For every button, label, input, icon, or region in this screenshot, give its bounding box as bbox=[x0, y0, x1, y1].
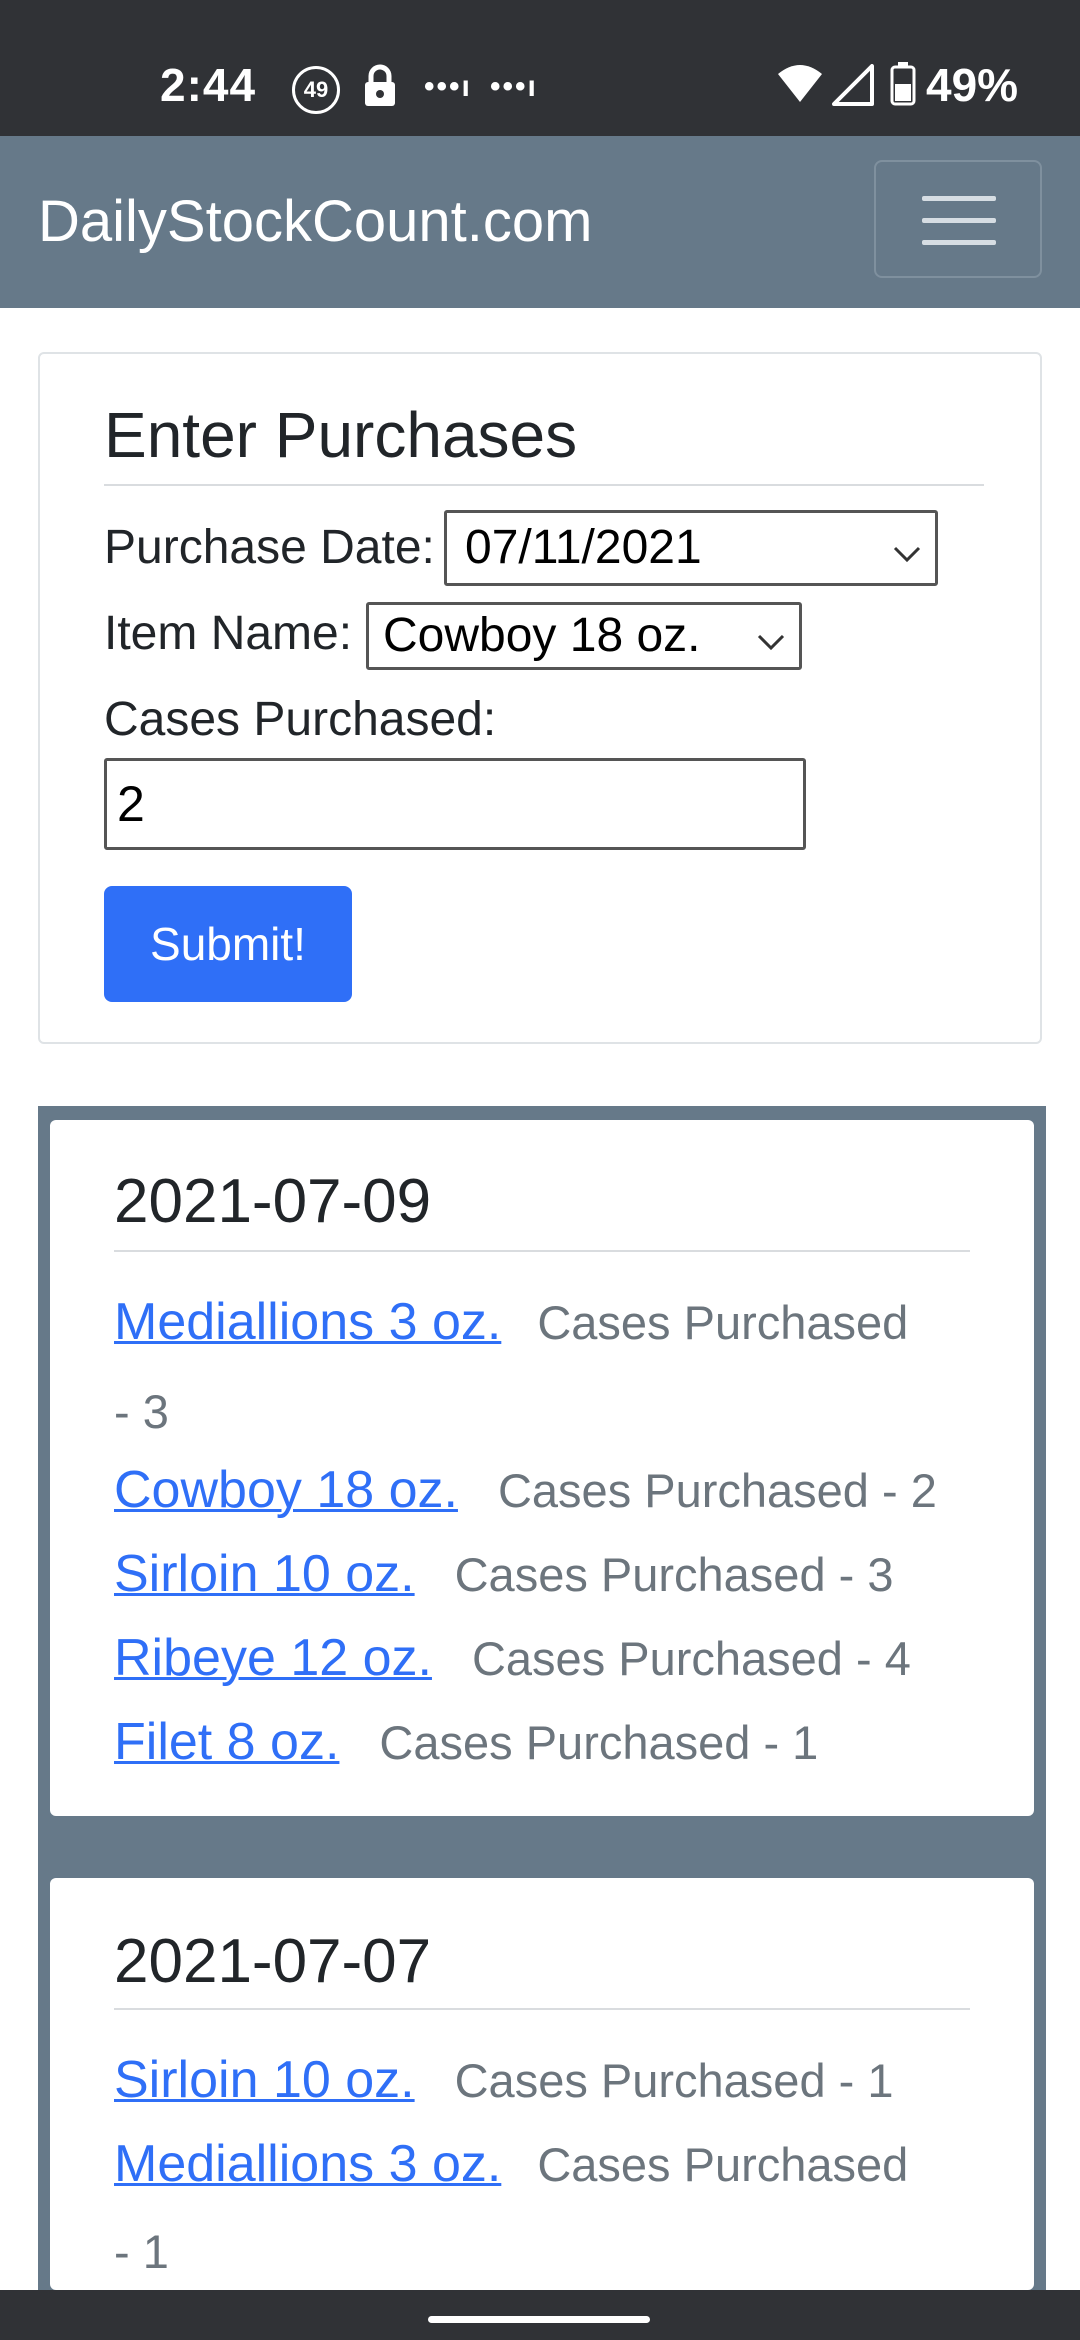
list-item: Mediallions 3 oz. Cases Purchased bbox=[114, 1292, 908, 1352]
list-item: Sirloin 10 oz. Cases Purchased - 3 bbox=[114, 1544, 894, 1604]
item-link[interactable]: Sirloin 10 oz. bbox=[114, 2051, 415, 2109]
cases-purchased-input[interactable]: 2 bbox=[104, 758, 806, 850]
navbar-menu-button[interactable] bbox=[874, 160, 1042, 278]
wifi-icon bbox=[776, 64, 824, 109]
divider bbox=[114, 2008, 970, 2010]
date-heading: 2021-07-07 bbox=[114, 1927, 432, 1996]
cases-text: Cases Purchased - 4 bbox=[471, 1632, 911, 1685]
purchase-date-label: Purchase Date: bbox=[104, 521, 435, 574]
cases-text: Cases Purchased bbox=[537, 1296, 909, 1349]
cases-text: Cases Purchased - 3 bbox=[454, 1548, 894, 1601]
item-link[interactable]: Mediallions 3 oz. bbox=[114, 1293, 501, 1351]
item-name-select[interactable]: Cowboy 18 oz. bbox=[366, 602, 802, 670]
divider bbox=[104, 484, 984, 486]
status-time: 2:44 bbox=[160, 59, 257, 111]
chevron-down-icon bbox=[757, 605, 785, 667]
item-link[interactable]: Mediallions 3 oz. bbox=[114, 2135, 501, 2193]
purchase-form-card: Enter Purchases Purchase Date: 07/11/202… bbox=[38, 352, 1042, 1044]
item-link[interactable]: Cowboy 18 oz. bbox=[114, 1461, 458, 1519]
purchase-date-select[interactable]: 07/11/2021 bbox=[444, 510, 938, 586]
list-item: Filet 8 oz. Cases Purchased - 1 bbox=[114, 1712, 818, 1772]
top-navbar: DailyStockCount.com bbox=[0, 136, 1080, 308]
battery-percent: 49% bbox=[926, 59, 1019, 111]
item-link[interactable]: Filet 8 oz. bbox=[114, 1713, 339, 1771]
cases-text-continued: - 3 bbox=[114, 1385, 169, 1438]
item-name-value: Cowboy 18 oz. bbox=[383, 609, 701, 662]
notification-count-icon: 49 bbox=[292, 66, 340, 114]
submit-button[interactable]: Submit! bbox=[104, 886, 352, 1002]
lock-icon bbox=[362, 64, 398, 113]
list-item: Ribeye 12 oz. Cases Purchased - 4 bbox=[114, 1628, 911, 1688]
date-card: 2021-07-07 Sirloin 10 oz. Cases Purchased… bbox=[50, 1878, 1034, 2290]
divider bbox=[114, 1250, 970, 1252]
form-title: Enter Purchases bbox=[104, 399, 578, 471]
item-link[interactable]: Sirloin 10 oz. bbox=[114, 1545, 415, 1603]
status-bar: 2:44 49 •••ı •••ı 49% bbox=[0, 0, 1080, 136]
item-link[interactable]: Ribeye 12 oz. bbox=[114, 1629, 432, 1687]
chevron-down-icon bbox=[893, 513, 921, 583]
list-item: Mediallions 3 oz. Cases Purchased bbox=[114, 2134, 908, 2194]
date-heading: 2021-07-09 bbox=[114, 1167, 432, 1236]
purchase-date-value: 07/11/2021 bbox=[465, 521, 702, 574]
battery-icon bbox=[890, 62, 916, 111]
list-item: Cowboy 18 oz. Cases Purchased - 2 bbox=[114, 1460, 937, 1520]
cases-text-continued: - 1 bbox=[114, 2225, 169, 2278]
signal-dots-icon: •••ı bbox=[424, 70, 472, 103]
gesture-nav-bar bbox=[0, 2290, 1080, 2340]
item-name-label: Item Name: bbox=[104, 607, 353, 660]
cases-text: Cases Purchased - 1 bbox=[454, 2054, 894, 2107]
list-item: Sirloin 10 oz. Cases Purchased - 1 bbox=[114, 2050, 894, 2110]
cases-text: Cases Purchased bbox=[537, 2138, 909, 2191]
cases-text: Cases Purchased - 1 bbox=[379, 1716, 819, 1769]
signal-dots-icon-2: •••ı bbox=[490, 70, 538, 103]
cell-signal-icon bbox=[830, 64, 874, 111]
brand-link[interactable]: DailyStockCount.com bbox=[38, 188, 592, 255]
home-handle[interactable] bbox=[428, 2316, 650, 2323]
cases-purchased-label: Cases Purchased: bbox=[104, 693, 497, 746]
date-card: 2021-07-09 Mediallions 3 oz. Cases Purcha… bbox=[50, 1120, 1034, 1816]
cases-text: Cases Purchased - 2 bbox=[497, 1464, 937, 1517]
